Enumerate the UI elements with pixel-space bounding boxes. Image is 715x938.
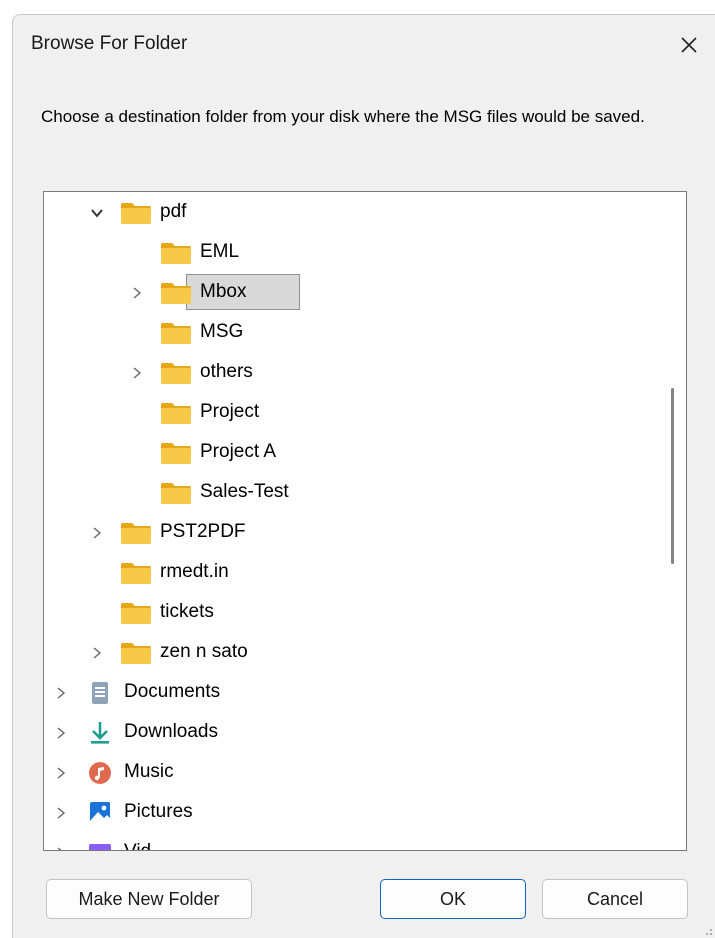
tree-item-label: tickets [160,601,214,622]
folder-icon [160,321,192,345]
folder-icon [120,201,152,225]
tree-item-label: Music [124,761,174,782]
dialog-prompt: Choose a destination folder from your di… [41,107,645,126]
folder-icon [160,441,192,465]
tree-item-label: rmedt.in [160,561,229,582]
chevron-right-icon[interactable] [54,806,68,820]
folder-tree[interactable]: pdf EML Mbox MSG others Project Project … [43,191,687,851]
videos-icon [84,841,116,850]
tree-item-label: PST2PDF [160,521,246,542]
folder-icon [160,401,192,425]
tree-item-mbox[interactable]: Mbox [44,276,644,310]
tree-item-label: Pictures [124,801,193,822]
pictures-icon [84,801,116,825]
tree-item-tickets[interactable]: tickets [44,596,644,630]
downloads-icon [84,721,116,745]
chevron-right-icon[interactable] [130,366,144,380]
make-new-folder-button[interactable]: Make New Folder [46,879,252,919]
tree-item-label: EML [200,241,240,262]
tree-item-label: zen n sato [160,641,248,662]
chevron-right-icon[interactable] [90,526,104,540]
tree-item-downloads[interactable]: Downloads [44,716,644,750]
folder-icon [120,561,152,585]
chevron-right-icon[interactable] [130,286,144,300]
tree-item-label: Project A [200,441,277,462]
ok-button[interactable]: OK [380,879,526,919]
folder-icon [160,241,192,265]
tree-item-label: Documents [124,681,221,702]
folder-icon [160,361,192,385]
close-button[interactable] [663,15,715,75]
tree-item-label: pdf [160,201,187,222]
tree-item-pdf[interactable]: pdf [44,196,644,230]
resize-grip-icon[interactable] [701,924,713,936]
chevron-right-icon[interactable] [90,646,104,660]
tree-item-label: Mbox [200,281,247,302]
folder-icon [120,521,152,545]
folder-icon [120,641,152,665]
tree-item-msg[interactable]: MSG [44,316,644,350]
tree-item-zen-n-sato[interactable]: zen n sato [44,636,644,670]
chevron-right-icon[interactable] [54,726,68,740]
title-bar: Browse For Folder [13,15,715,79]
close-icon [681,37,697,53]
tree-item-project[interactable]: Project [44,396,644,430]
chevron-right-icon[interactable] [54,766,68,780]
tree-item-label: Project [200,401,260,422]
dialog-title: Browse For Folder [31,33,188,54]
chevron-down-icon[interactable] [90,206,104,220]
tree-item-pictures[interactable]: Pictures [44,796,644,830]
tree-item-rmedt-in[interactable]: rmedt.in [44,556,644,590]
music-icon [84,761,116,785]
tree-item-music[interactable]: Music [44,756,644,790]
chevron-right-icon[interactable] [54,846,68,850]
tree-item-documents[interactable]: Documents [44,676,644,710]
tree-item-label: Vid [120,838,155,850]
folder-icon [160,481,192,505]
tree-item-label: others [200,361,253,382]
tree-item-others[interactable]: others [44,356,644,390]
tree-item-label: Downloads [124,721,218,742]
tree-item-project-a[interactable]: Project A [44,436,644,470]
cancel-button[interactable]: Cancel [542,879,688,919]
tree-item-vid[interactable]: Vid [44,836,644,850]
vertical-scrollbar[interactable] [671,388,674,564]
tree-item-label: MSG [200,321,244,342]
browse-for-folder-dialog: Browse For Folder Choose a destination f… [12,14,715,938]
tree-item-pst2pdf[interactable]: PST2PDF [44,516,644,550]
folder-icon [160,281,192,305]
tree-item-sales-test[interactable]: Sales-Test [44,476,644,510]
tree-item-eml[interactable]: EML [44,236,644,270]
documents-icon [84,681,116,705]
tree-item-label: Sales-Test [200,481,289,502]
folder-icon [120,601,152,625]
chevron-right-icon[interactable] [54,686,68,700]
